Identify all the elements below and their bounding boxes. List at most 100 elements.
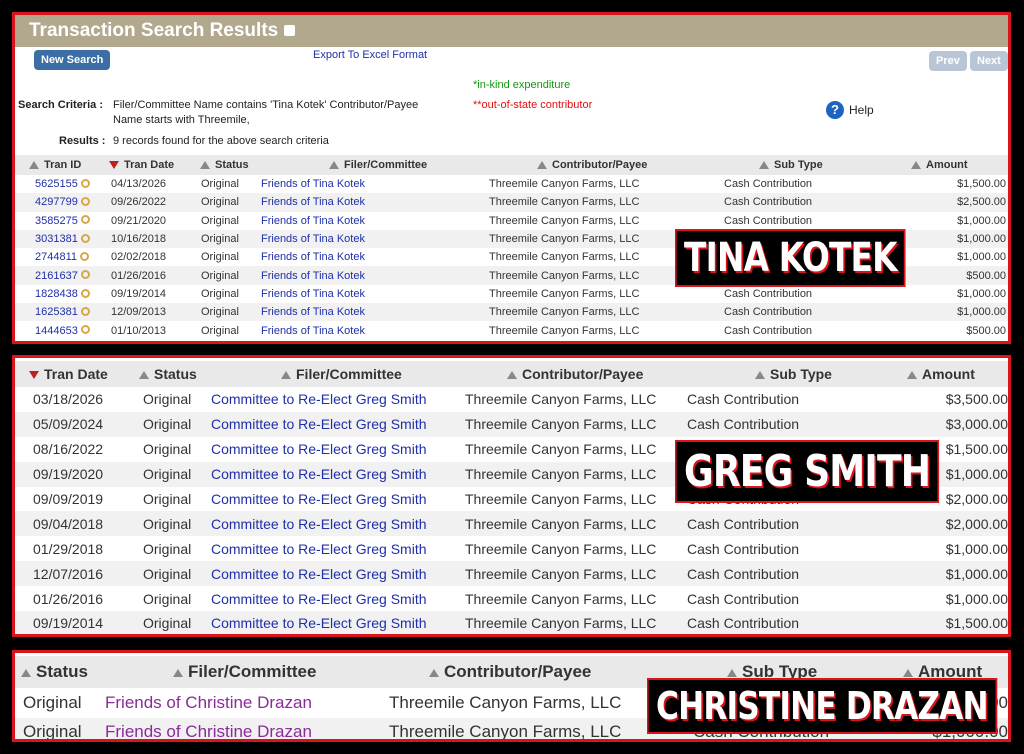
filer-committee-link[interactable]: Committee to Re-Elect Greg Smith (211, 491, 427, 507)
table-row: 4297799 09/26/2022 Original Friends of Tina… (15, 193, 1008, 212)
col-status[interactable]: Status (199, 155, 259, 175)
amount-cell: $1,000.00 (901, 303, 1008, 322)
filer-committee-link[interactable]: Committee to Re-Elect Greg Smith (211, 615, 427, 631)
filer-committee-link[interactable]: Committee to Re-Elect Greg Smith (211, 591, 427, 607)
filer-committee-link[interactable]: Friends of Tina Kotek (261, 270, 365, 282)
table-row: 11/25/2013OriginalCommittee to Re-Elect … (15, 636, 1008, 637)
tina-kotek-results-panel: Transaction Search Results New Search Ex… (12, 12, 1011, 344)
tran-id-cell: 2161637 (15, 266, 105, 285)
col-contributor-payee[interactable]: Contributor/Payee (489, 155, 689, 175)
tran-id-link[interactable]: 4297799 (35, 196, 78, 208)
status-cell: Original (143, 540, 192, 557)
table-row: 3585275 09/21/2020 Original Friends of Tina… (15, 212, 1008, 230)
tran-date-cell: 01/10/2013 (111, 324, 167, 337)
col-filer-committee[interactable]: Filer/Committee (211, 361, 463, 387)
col-filer-committee[interactable]: Filer/Committee (259, 155, 489, 175)
help-icon[interactable]: ? (826, 101, 844, 119)
table-row: 1828438 09/19/2014 Original Friends of Tina… (15, 285, 1008, 303)
col-filer-committee[interactable]: Filer/Committee (103, 656, 389, 688)
tran-id-link[interactable]: 1828438 (35, 288, 78, 300)
amount-cell: $1,500.00 (957, 178, 1006, 191)
tina-kotek-caption: TINA KOTEK (675, 229, 906, 287)
col-tran-date[interactable]: Tran Date (15, 361, 123, 387)
tran-id-link[interactable]: 5625155 (35, 178, 78, 190)
new-search-button[interactable]: New Search (34, 50, 111, 70)
sub-type-cell: Cash Contribution (724, 324, 813, 337)
magnifier-icon[interactable] (80, 178, 90, 188)
collapse-icon[interactable] (284, 25, 296, 37)
magnifier-icon[interactable] (80, 270, 90, 280)
magnifier-icon[interactable] (80, 288, 90, 298)
filer-committee-link[interactable]: Committee to Re-Elect Greg Smith (211, 416, 427, 432)
filer-committee-link[interactable]: Committee to Re-Elect Greg Smith (211, 516, 427, 532)
filer-committee-link[interactable]: Committee to Re-Elect Greg Smith (211, 466, 427, 482)
magnifier-icon[interactable] (80, 306, 90, 316)
col-tran-date[interactable]: Tran Date (105, 155, 199, 175)
sort-icon (911, 161, 921, 170)
tran-id-link[interactable]: 1444653 (35, 325, 78, 337)
tran-date-cell: 09/19/2020 (15, 461, 123, 487)
tran-date-cell: 09/04/2018 (15, 511, 123, 537)
filer-committee-cell: Committee to Re-Elect Greg Smith (211, 437, 463, 462)
status-cell: Original (123, 611, 211, 634)
contributor-payee-cell: Threemile Canyon Farms, LLC (465, 540, 657, 557)
contributor-payee-cell: Threemile Canyon Farms, LLC (463, 411, 687, 437)
filer-committee-link[interactable]: Friends of Tina Kotek (261, 306, 365, 318)
filer-committee-link[interactable]: Committee to Re-Elect Greg Smith (211, 441, 427, 457)
status-cell: Original (199, 266, 259, 285)
prev-button[interactable]: Prev (929, 51, 967, 71)
magnifier-icon[interactable] (80, 251, 90, 261)
magnifier-icon[interactable] (80, 197, 90, 207)
sort-icon (139, 371, 149, 380)
col-sub-type[interactable]: Sub Type (687, 361, 897, 387)
filer-committee-link[interactable]: Friends of Tina Kotek (261, 178, 365, 190)
status-cell: Original (123, 461, 211, 487)
filer-committee-link[interactable]: Committee to Re-Elect Greg Smith (211, 566, 427, 582)
filer-committee-link[interactable]: Committee to Re-Elect Greg Smith (211, 391, 427, 407)
table-row: 01/29/2018 Original Committee to Re-Elect … (15, 536, 1008, 561)
status-cell: Original (143, 441, 192, 458)
col-tran-id[interactable]: Tran ID (15, 155, 105, 175)
col-status[interactable]: Status (123, 361, 211, 387)
filer-committee-link[interactable]: Friends of Tina Kotek (261, 288, 365, 300)
tran-id-link[interactable]: 2744811 (35, 251, 77, 263)
tran-id-link[interactable]: 3031381 (35, 233, 78, 245)
filer-committee-link[interactable]: Friends of Tina Kotek (261, 215, 365, 227)
col-amount[interactable]: Amount (901, 155, 1008, 175)
filer-committee-link[interactable]: Friends of Tina Kotek (261, 251, 365, 263)
help-link[interactable]: Help (849, 103, 874, 117)
magnifier-icon[interactable] (80, 215, 90, 225)
search-criteria-line1: Filer/Committee Name contains 'Tina Kote… (113, 99, 419, 111)
status-cell: Original (23, 692, 82, 712)
tran-id-link[interactable]: 3585275 (35, 215, 78, 227)
sub-type-cell: Cash Contribution (689, 193, 901, 212)
filer-committee-link[interactable]: Friends of Christine Drazan (105, 693, 312, 712)
magnifier-icon[interactable] (80, 233, 90, 243)
filer-committee-link[interactable]: Friends of Tina Kotek (261, 233, 365, 245)
status-cell: Original (199, 193, 259, 212)
magnifier-icon[interactable] (80, 325, 90, 335)
sub-type-cell: Cash Contribution (687, 511, 897, 537)
amount-cell: $1,000.00 (901, 229, 1008, 249)
sort-icon (727, 668, 737, 677)
sort-icon (329, 161, 339, 170)
col-amount[interactable]: Amount (897, 361, 1008, 387)
filer-committee-link[interactable]: Committee to Re-Elect Greg Smith (211, 541, 427, 557)
filer-committee-link[interactable]: Friends of Tina Kotek (261, 325, 365, 337)
status-cell: Original (201, 287, 239, 300)
filer-committee-cell: Friends of Tina Kotek (259, 266, 489, 285)
tran-id-cell: 1444653 (15, 321, 105, 339)
filer-committee-link[interactable]: Friends of Tina Kotek (261, 196, 365, 208)
tran-id-cell: 3031381 (15, 229, 105, 249)
col-sub-type[interactable]: Sub Type (689, 155, 901, 175)
tran-id-cell: 1828438 (15, 285, 105, 303)
contributor-payee-cell: Threemile Canyon Farms, LLC (465, 491, 657, 507)
tran-id-link[interactable]: 1625381 (35, 306, 78, 318)
col-status[interactable]: Status (15, 656, 103, 688)
contributor-payee-cell: Threemile Canyon Farms, LLC (463, 636, 687, 637)
col-contributor-payee[interactable]: Contributor/Payee (463, 361, 687, 387)
tran-id-link[interactable]: 2161637 (35, 270, 78, 282)
next-button[interactable]: Next (970, 51, 1008, 71)
export-excel-link[interactable]: Export To Excel Format (313, 49, 427, 61)
filer-committee-link[interactable]: Friends of Christine Drazan (105, 722, 312, 739)
